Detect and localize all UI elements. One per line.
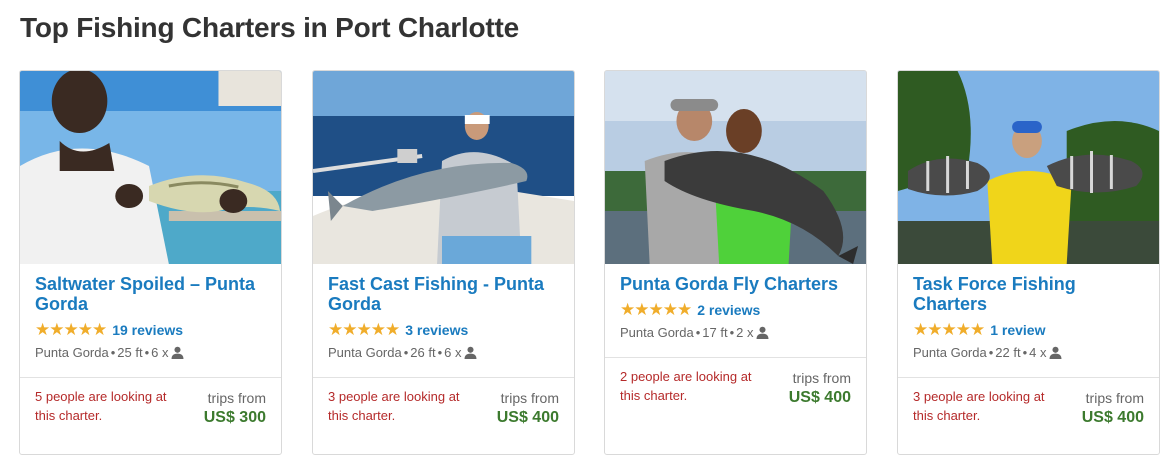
charter-card[interactable]: Task Force Fishing Charters ★★★★★ 1 revi… (897, 70, 1160, 455)
price-value: US$ 400 (1081, 409, 1144, 426)
charter-card[interactable]: Fast Cast Fishing - Punta Gorda ★★★★★ 3 … (312, 70, 575, 455)
star-icon: ★★★★★ (913, 320, 985, 340)
price-block: trips from US$ 400 (497, 390, 559, 427)
looking-text: 3 people are looking at this charter. (328, 389, 460, 423)
location-text: Punta Gorda (328, 345, 402, 360)
rating-row: ★★★★★ 2 reviews (620, 300, 851, 320)
length-text: 26 ft (410, 345, 436, 360)
person-icon (172, 346, 184, 359)
reviews-link[interactable]: 2 reviews (697, 302, 760, 318)
price-block: trips from US$ 300 (204, 390, 266, 427)
length-text: 22 ft (995, 345, 1021, 360)
charter-name-link[interactable]: Saltwater Spoiled – Punta Gorda (35, 274, 266, 314)
charter-list: Saltwater Spoiled – Punta Gorda ★★★★★ 19… (19, 70, 1161, 455)
price-block: trips from US$ 400 (1082, 390, 1144, 427)
charter-name-link[interactable]: Task Force Fishing Charters (913, 274, 1144, 314)
person-icon (465, 346, 477, 359)
trips-from-label: trips from (1085, 390, 1144, 406)
trips-from-label: trips from (207, 390, 266, 406)
looking-text: 5 people are looking at this charter. (35, 389, 167, 423)
location-text: Punta Gorda (913, 345, 987, 360)
trips-from-label: trips from (792, 370, 851, 386)
charter-footer: 3 people are looking at this charter. tr… (313, 377, 574, 454)
location-text: Punta Gorda (35, 345, 109, 360)
rating-row: ★★★★★ 3 reviews (328, 320, 559, 340)
rating-row: ★★★★★ 19 reviews (35, 320, 266, 340)
looking-text: 2 people are looking at this charter. (620, 369, 752, 403)
capacity-text: 6 x (151, 345, 169, 360)
capacity-text: 6 x (444, 345, 462, 360)
charter-footer: 3 people are looking at this charter. tr… (898, 377, 1159, 454)
charter-specs: Punta Gorda • 25 ft • 6 x (35, 345, 266, 360)
charter-photo[interactable] (605, 71, 866, 264)
trips-from-label: trips from (500, 390, 559, 406)
charter-footer: 2 people are looking at this charter. tr… (605, 357, 866, 454)
person-icon (757, 326, 769, 339)
charter-card[interactable]: Saltwater Spoiled – Punta Gorda ★★★★★ 19… (19, 70, 282, 455)
charter-photo[interactable] (898, 71, 1159, 264)
price-value: US$ 300 (203, 409, 266, 426)
charter-card[interactable]: Punta Gorda Fly Charters ★★★★★ 2 reviews… (604, 70, 867, 455)
price-block: trips from US$ 400 (789, 370, 851, 407)
page-title: Top Fishing Charters in Port Charlotte (20, 12, 520, 43)
star-icon: ★★★★★ (35, 320, 107, 340)
reviews-link[interactable]: 19 reviews (112, 322, 183, 338)
length-text: 17 ft (702, 325, 728, 340)
location-text: Punta Gorda (620, 325, 694, 340)
charter-footer: 5 people are looking at this charter. tr… (20, 377, 281, 454)
price-value: US$ 400 (788, 389, 851, 406)
person-icon (1050, 346, 1062, 359)
charter-name-link[interactable]: Fast Cast Fishing - Punta Gorda (328, 274, 559, 314)
charter-photo[interactable] (313, 71, 574, 264)
charter-specs: Punta Gorda • 17 ft • 2 x (620, 325, 851, 340)
capacity-text: 2 x (736, 325, 754, 340)
length-text: 25 ft (117, 345, 143, 360)
rating-row: ★★★★★ 1 review (913, 320, 1144, 340)
star-icon: ★★★★★ (328, 320, 400, 340)
star-icon: ★★★★★ (620, 300, 692, 320)
charter-specs: Punta Gorda • 22 ft • 4 x (913, 345, 1144, 360)
reviews-link[interactable]: 3 reviews (405, 322, 468, 338)
charter-specs: Punta Gorda • 26 ft • 6 x (328, 345, 559, 360)
looking-text: 3 people are looking at this charter. (913, 389, 1045, 423)
charter-name-link[interactable]: Punta Gorda Fly Charters (620, 274, 851, 294)
charter-photo[interactable] (20, 71, 281, 264)
price-value: US$ 400 (496, 409, 559, 426)
reviews-link[interactable]: 1 review (990, 322, 1045, 338)
capacity-text: 4 x (1029, 345, 1047, 360)
